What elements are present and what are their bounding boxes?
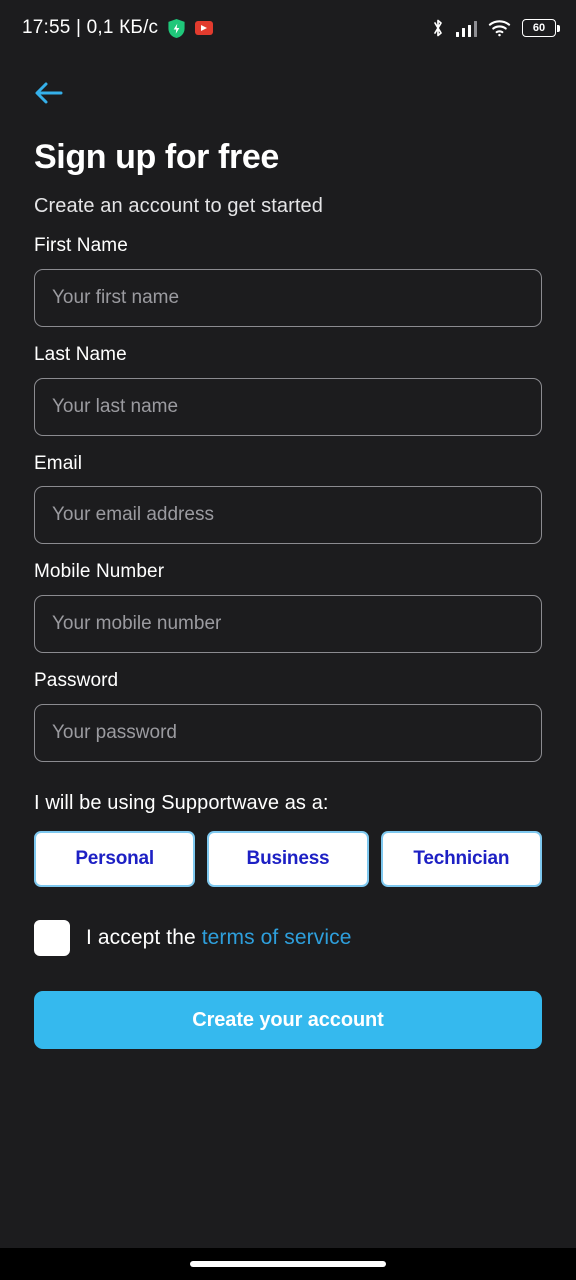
battery-icon: 60	[522, 19, 560, 37]
terms-text: I accept the terms of service	[86, 926, 352, 950]
field-password: Password	[34, 670, 542, 763]
field-label-last-name: Last Name	[34, 343, 127, 365]
role-button-business[interactable]: Business	[207, 831, 369, 888]
field-first-name: First Name	[34, 235, 542, 327]
field-mobile-number: Mobile Number	[34, 561, 542, 654]
field-label-email: Email	[34, 452, 83, 474]
bluetooth-icon	[433, 19, 442, 37]
status-bar: 17:55 | 0,1 КБ/с 60	[0, 0, 576, 56]
back-nav-row	[34, 56, 542, 122]
terms-acceptance-row: I accept the terms of service	[34, 920, 542, 957]
gesture-nav-bar	[0, 1248, 576, 1280]
status-bar-right: 60	[431, 18, 560, 38]
shield-icon	[168, 18, 185, 38]
mobile-number-input[interactable]	[34, 595, 542, 654]
back-button[interactable]	[34, 78, 68, 108]
page-title: Sign up for free	[34, 138, 279, 176]
field-label-first-name: First Name	[34, 235, 128, 257]
wifi-icon	[488, 20, 511, 37]
role-button-technician[interactable]: Technician	[380, 831, 542, 888]
battery-level-label: 60	[532, 21, 546, 34]
status-bar-left: 17:55 | 0,1 КБ/с	[22, 17, 214, 39]
role-button-group: Personal Business Technician	[34, 831, 542, 888]
role-button-personal[interactable]: Personal	[34, 831, 196, 888]
youtube-badge-icon	[195, 21, 214, 35]
email-input[interactable]	[34, 486, 542, 545]
terms-prefix-label: I accept the	[86, 926, 202, 950]
phone-screen: 17:55 | 0,1 КБ/с 60 Sign up for free Cre…	[0, 0, 576, 1280]
last-name-input[interactable]	[34, 377, 542, 436]
signup-content: Sign up for free Create an account to ge…	[0, 56, 576, 1248]
field-email: Email	[34, 453, 542, 545]
status-clock-network: 17:55 | 0,1 КБ/с	[22, 17, 159, 38]
create-account-button[interactable]: Create your account	[34, 991, 542, 1050]
back-arrow-icon	[35, 82, 63, 104]
first-name-input[interactable]	[34, 268, 542, 327]
terms-checkbox[interactable]	[34, 920, 70, 957]
home-indicator[interactable]	[190, 1261, 386, 1267]
field-last-name: Last Name	[34, 344, 542, 436]
page-subtitle: Create an account to get started	[34, 195, 323, 218]
cellular-signal-icon	[455, 20, 477, 37]
field-label-mobile-number: Mobile Number	[34, 561, 165, 583]
password-input[interactable]	[34, 704, 542, 763]
role-question-label: I will be using Supportwave as a:	[34, 792, 329, 815]
terms-of-service-link[interactable]: terms of service	[202, 926, 352, 949]
field-label-password: Password	[34, 670, 119, 692]
